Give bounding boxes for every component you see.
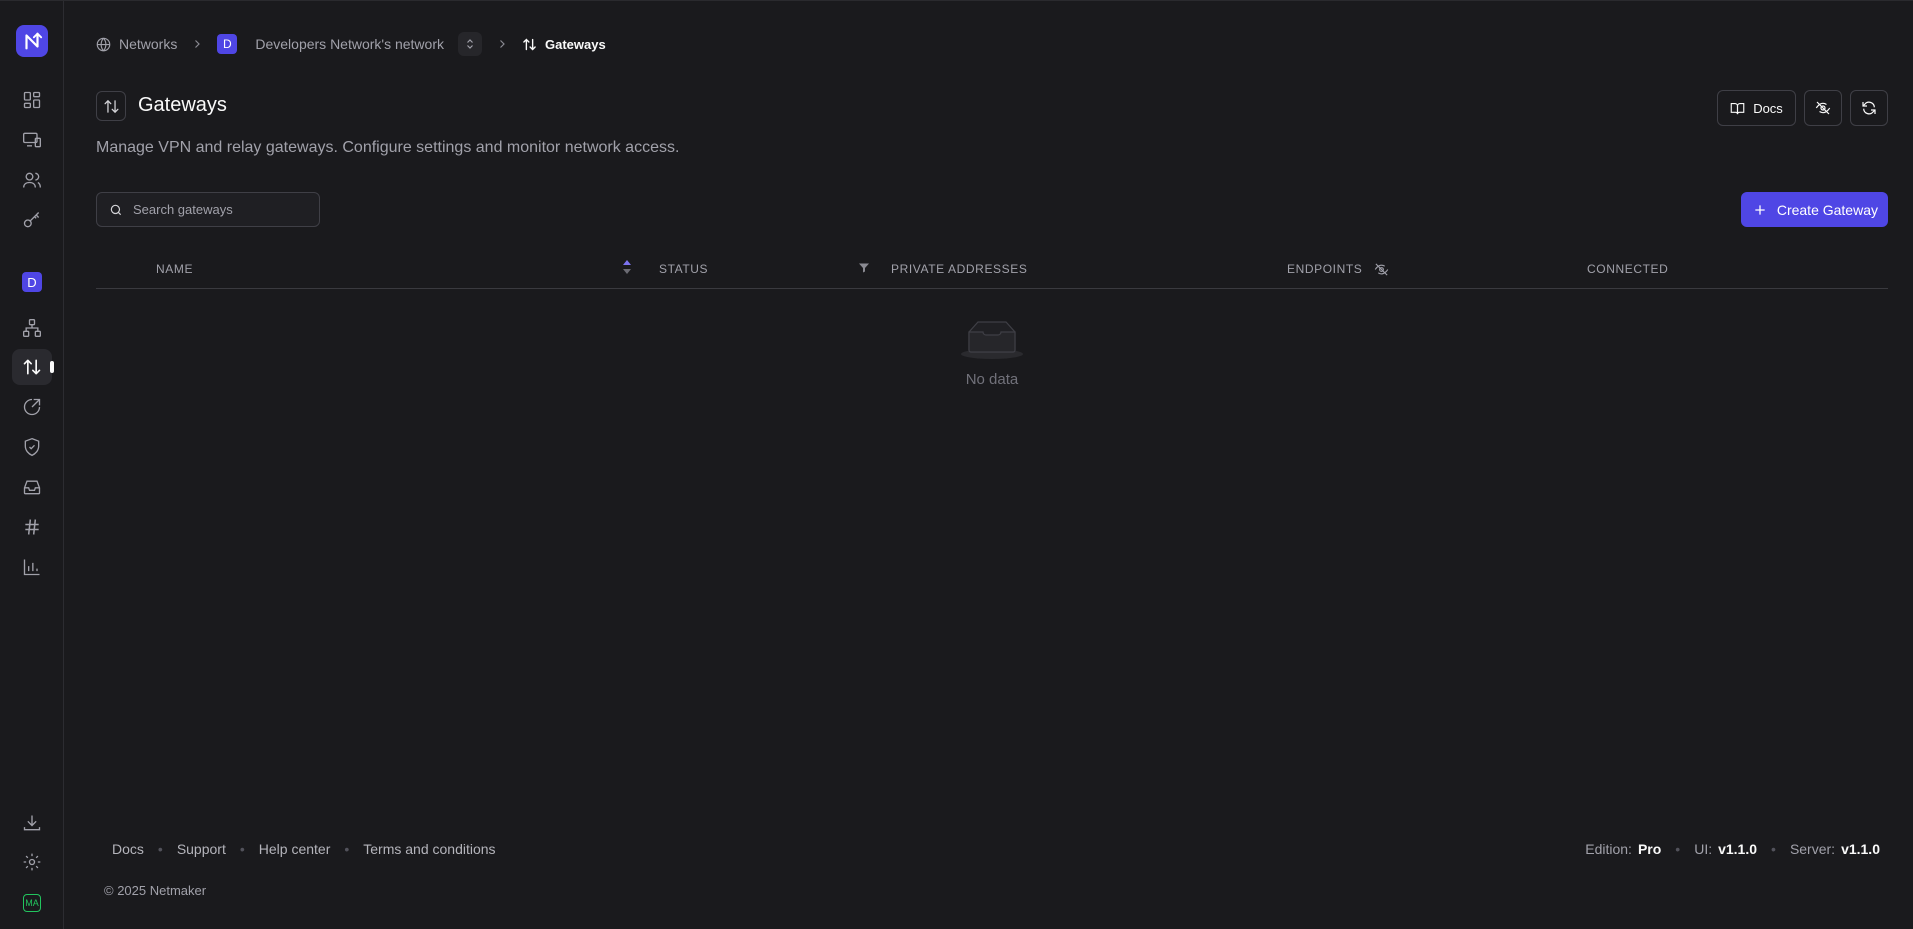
footer-link-support[interactable]: Support	[177, 841, 226, 857]
chevrons-up-down-icon	[467, 39, 473, 49]
table-header: NAME STATUS PRIVATE ADDRESSES ENDPOINTS …	[96, 249, 1888, 289]
refresh-icon	[1862, 101, 1876, 115]
column-endpoints[interactable]: ENDPOINTS	[1287, 259, 1389, 279]
column-connected-label: CONNECTED	[1587, 262, 1669, 276]
sidebar-item-topology[interactable]	[12, 310, 52, 346]
user-avatar[interactable]: MA	[23, 894, 41, 912]
search-input[interactable]	[133, 202, 303, 217]
arrows-up-down-icon	[23, 359, 41, 375]
active-indicator	[50, 361, 54, 373]
netmaker-logo-icon[interactable]	[16, 25, 48, 57]
sidebar-item-dns[interactable]	[12, 509, 52, 545]
sidebar-item-acls[interactable]	[12, 429, 52, 465]
server-version-value: v1.1.0	[1841, 841, 1880, 857]
hash-icon	[25, 519, 39, 535]
sidebar-item-metrics[interactable]	[12, 549, 52, 585]
shield-check-icon	[24, 437, 40, 457]
network-switcher-button[interactable]	[458, 32, 482, 56]
toggle-visibility-button[interactable]	[1804, 90, 1842, 126]
filter-icon[interactable]	[858, 261, 870, 280]
column-private-addresses-label: PRIVATE ADDRESSES	[891, 262, 1028, 276]
sidebar: D MA	[0, 1, 64, 929]
breadcrumb-network-label: Developers Network's network	[255, 36, 444, 52]
dashboard-grid-icon	[23, 91, 41, 109]
column-status[interactable]: STATUS	[659, 259, 708, 279]
sort-icon[interactable]	[622, 257, 632, 284]
server-version-label: Server:	[1789, 841, 1836, 857]
network-avatar: D	[217, 34, 238, 54]
gear-icon	[23, 853, 41, 871]
create-gateway-button[interactable]: Create Gateway	[1740, 192, 1888, 227]
network-avatar[interactable]: D	[22, 272, 42, 292]
edition-label: Edition:	[1585, 841, 1632, 857]
chevron-right-icon	[496, 38, 508, 50]
key-icon	[23, 212, 40, 228]
footer-separator: •	[157, 841, 163, 857]
page-title: Gateways	[138, 94, 227, 116]
breadcrumb-networks-label: Networks	[119, 36, 178, 52]
users-icon	[23, 172, 41, 188]
app-root: D MA Networks D Developers Network's net…	[0, 0, 1913, 929]
arrows-up-down-icon	[523, 38, 536, 50]
ui-version-value: v1.1.0	[1718, 841, 1758, 857]
column-connected[interactable]: CONNECTED	[1587, 259, 1668, 279]
sidebar-item-devices[interactable]	[12, 122, 52, 158]
egress-icon	[23, 398, 41, 416]
page-description: Manage VPN and relay gateways. Configure…	[96, 139, 680, 156]
footer-links: Docs • Support • Help center • Terms and…	[112, 841, 496, 857]
column-endpoints-label: ENDPOINTS	[1287, 262, 1363, 276]
breadcrumb-network[interactable]: D Developers Network's network	[217, 34, 444, 54]
sidebar-item-dashboard[interactable]	[12, 82, 52, 118]
header-actions: Docs	[1717, 90, 1888, 126]
column-status-label: STATUS	[659, 262, 709, 276]
sidebar-item-gateways[interactable]	[12, 349, 52, 385]
devices-icon	[23, 132, 41, 148]
arrows-up-down-icon	[103, 99, 119, 113]
sidebar-item-egress[interactable]	[12, 389, 52, 425]
ui-version-label: UI:	[1694, 841, 1713, 857]
breadcrumb-current: Gateways	[522, 37, 606, 52]
docs-button-label: Docs	[1753, 100, 1783, 116]
footer-separator: •	[239, 841, 245, 857]
footer-link-docs[interactable]: Docs	[112, 841, 144, 857]
eye-off-icon[interactable]	[1374, 262, 1389, 277]
breadcrumb-current-label: Gateways	[545, 36, 606, 52]
bar-chart-icon	[23, 559, 40, 576]
page-icon	[96, 91, 126, 121]
book-open-icon	[1730, 102, 1745, 114]
empty-state-label: No data	[965, 371, 1019, 388]
download-icon	[23, 815, 41, 831]
chevron-right-icon	[191, 38, 203, 50]
column-name-label: NAME	[156, 262, 194, 276]
sidebar-item-users[interactable]	[12, 162, 52, 198]
footer-separator: •	[1771, 841, 1776, 857]
footer-separator: •	[1675, 841, 1681, 857]
footer-link-help-center[interactable]: Help center	[259, 841, 331, 857]
search-box	[96, 192, 320, 227]
column-name[interactable]: NAME	[156, 259, 193, 279]
sidebar-item-settings[interactable]	[12, 844, 52, 880]
empty-state: No data	[940, 319, 1044, 388]
inbox-icon	[23, 480, 41, 495]
plus-icon	[1755, 204, 1765, 215]
breadcrumb: Networks D Developers Network's network …	[96, 32, 606, 56]
docs-button[interactable]: Docs	[1717, 90, 1796, 126]
topology-icon	[23, 319, 41, 337]
empty-inbox-icon	[961, 321, 1023, 359]
eye-off-icon	[1815, 101, 1831, 115]
copyright: © 2025 Netmaker	[104, 883, 207, 898]
sidebar-item-downloads[interactable]	[12, 805, 52, 841]
search-icon	[110, 204, 122, 215]
column-private-addresses[interactable]: PRIVATE ADDRESSES	[891, 259, 1027, 279]
create-gateway-label: Create Gateway	[1776, 201, 1878, 218]
globe-icon	[96, 37, 111, 51]
sidebar-item-keys[interactable]	[12, 202, 52, 238]
refresh-button[interactable]	[1850, 90, 1888, 126]
footer-separator: •	[344, 841, 350, 857]
version-info: Edition: Pro • UI: v1.1.0 • Server: v1.1…	[1585, 841, 1880, 857]
sidebar-item-inbox[interactable]	[12, 469, 52, 505]
footer-link-terms[interactable]: Terms and conditions	[363, 841, 495, 857]
breadcrumb-networks[interactable]: Networks	[96, 36, 177, 52]
edition-value: Pro	[1637, 841, 1662, 857]
